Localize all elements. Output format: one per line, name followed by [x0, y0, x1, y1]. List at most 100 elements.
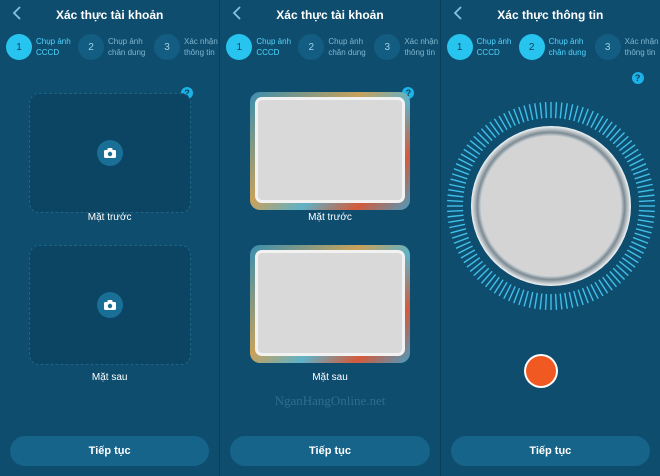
page-title: Xác thực thông tin	[497, 8, 604, 22]
step-label: Xác nhận thông tin	[624, 37, 659, 57]
scan-tick	[451, 173, 468, 180]
step-label: Xác nhận thông tin	[184, 37, 218, 57]
step-number: 3	[154, 34, 180, 60]
face-frame	[441, 96, 660, 316]
scan-tick	[517, 106, 525, 123]
scan-tick	[448, 223, 465, 229]
scan-tick	[446, 199, 463, 203]
back-caption: Mặt sau	[312, 372, 348, 383]
scan-tick	[559, 102, 563, 119]
scan-tick	[450, 228, 466, 234]
scan-tick	[563, 103, 568, 120]
step-number: 2	[298, 34, 325, 60]
scan-tick	[572, 290, 579, 307]
scan-tick	[568, 291, 573, 308]
header: Xác thực thông tin	[441, 0, 660, 30]
scan-tick	[636, 223, 653, 229]
continue-button[interactable]: Tiếp tục	[230, 436, 430, 466]
step-number: 2	[518, 34, 545, 60]
scan-tick	[636, 183, 653, 189]
camera-icon[interactable]	[97, 140, 123, 166]
scan-tick	[635, 178, 652, 184]
front-photo[interactable]	[250, 92, 411, 210]
step-indicator: 1 Chụp ảnh CCCD 2 Chụp ảnh chân dung 3 X…	[441, 34, 660, 64]
scan-tick	[453, 168, 469, 176]
scan-tick	[638, 214, 655, 218]
back-caption: Mặt sau	[91, 372, 128, 383]
step-number: 1	[446, 34, 473, 60]
shutter-button[interactable]	[525, 356, 556, 386]
back-chevron-icon[interactable]	[228, 4, 246, 22]
scan-tick	[563, 292, 568, 309]
scan-tick	[446, 209, 463, 213]
back-photo[interactable]	[250, 245, 411, 363]
page-title: Xác thực tài khoản	[55, 8, 164, 22]
scan-tick	[544, 102, 547, 119]
step-1: 1 Chụp ảnh CCCD	[226, 34, 292, 60]
continue-button[interactable]: Tiếp tục	[450, 436, 650, 466]
scan-tick	[512, 108, 520, 125]
scan-tick	[528, 291, 534, 308]
scan-tick	[544, 293, 547, 310]
scan-tick	[539, 293, 543, 310]
step-3: 3 Xác nhận thông tin	[594, 34, 659, 60]
scan-tick	[632, 168, 648, 176]
scan-tick	[638, 199, 655, 203]
scan-tick	[523, 290, 529, 307]
step-indicator: 1 Chụp ảnh CCCD 2 Chụp ảnh chân dung 3 X…	[220, 34, 439, 64]
header: Xác thực tài khoản	[220, 0, 439, 30]
scan-tick	[634, 232, 650, 239]
watermark: NganHangOnline.net	[274, 393, 386, 408]
scan-tick	[581, 287, 589, 304]
front-capture-slot[interactable]	[29, 93, 191, 213]
scan-tick	[533, 292, 538, 309]
help-icon[interactable]: ?	[631, 72, 644, 84]
scan-tick	[572, 105, 579, 122]
scan-tick	[581, 108, 589, 125]
scan-tick	[637, 219, 654, 223]
step-1: 1 Chụp ảnh CCCD	[6, 34, 72, 60]
step-2: 2 Chụp ảnh chân dung	[78, 34, 148, 60]
front-caption: Mặt trước	[308, 212, 352, 223]
camera-icon[interactable]	[97, 292, 123, 318]
scan-tick	[637, 189, 654, 193]
scan-tick	[447, 214, 464, 218]
scan-tick	[638, 209, 655, 213]
scan-tick	[533, 103, 538, 120]
back-capture-slot[interactable]	[29, 245, 191, 365]
face-preview	[480, 136, 621, 276]
step-label: Chụp ảnh CCCD	[256, 37, 292, 57]
step-2: 2 Chụp ảnh chân dung	[518, 34, 589, 60]
step-number: 3	[594, 34, 621, 60]
step-number: 1	[226, 34, 253, 60]
scan-tick	[577, 289, 584, 306]
step-number: 1	[6, 34, 32, 60]
scan-tick	[638, 194, 655, 198]
scan-tick	[453, 236, 469, 244]
scan-tick	[568, 104, 573, 121]
back-chevron-icon[interactable]	[449, 4, 467, 22]
continue-button[interactable]: Tiếp tục	[10, 436, 210, 466]
id-card-image	[258, 100, 403, 200]
step-number: 3	[374, 34, 401, 60]
scan-tick	[554, 293, 557, 310]
step-indicator: 1 Chụp ảnh CCCD 2 Chụp ảnh chân dung 3 X…	[0, 34, 219, 64]
scan-tick	[559, 293, 563, 310]
scan-tick	[517, 289, 525, 306]
step-label: Xác nhận thông tin	[404, 37, 439, 57]
scan-tick	[554, 102, 557, 119]
scan-tick	[451, 232, 468, 239]
scan-tick	[447, 189, 464, 193]
scan-tick	[450, 178, 466, 184]
step-label: Chụp ảnh CCCD	[476, 37, 512, 57]
step-number: 2	[78, 34, 104, 60]
scan-tick	[447, 194, 464, 198]
step-label: Chụp ảnh chân dung	[328, 37, 366, 57]
scan-tick	[447, 219, 464, 223]
scan-tick	[512, 287, 520, 304]
scan-tick	[632, 236, 648, 244]
step-3: 3 Xác nhận thông tin	[374, 34, 438, 60]
back-chevron-icon[interactable]	[8, 4, 26, 22]
step-label: Chụp ảnh chân dung	[108, 37, 146, 57]
id-card-image	[258, 253, 403, 353]
